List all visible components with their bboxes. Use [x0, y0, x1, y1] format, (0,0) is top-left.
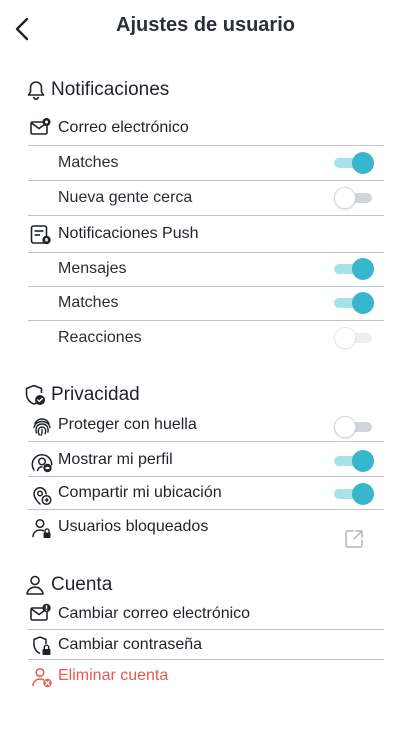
location-share-icon	[30, 483, 54, 507]
profile-visibility-icon	[30, 450, 54, 474]
email-matches-toggle[interactable]	[334, 152, 374, 174]
bell-icon	[24, 79, 48, 103]
divider	[28, 509, 384, 510]
email-notification-icon	[29, 116, 53, 140]
user-remove-icon	[30, 665, 54, 689]
external-link-icon	[345, 530, 363, 548]
divider	[28, 476, 384, 477]
show-profile-label: Mostrar mi perfil	[58, 451, 173, 468]
email-new-people-toggle[interactable]	[334, 187, 374, 209]
delete-account-button[interactable]: Eliminar cuenta	[58, 667, 168, 685]
user-icon	[23, 573, 47, 597]
section-title-notifications: Notificaciones	[51, 79, 170, 100]
fingerprint-label: Proteger con huella	[58, 416, 197, 433]
divider	[28, 659, 384, 660]
push-matches-label: Matches	[58, 294, 119, 311]
divider	[28, 180, 384, 181]
blocked-users-label: Usuarios bloqueados	[58, 518, 209, 535]
change-email-button[interactable]: Cambiar correo electrónico	[58, 605, 250, 623]
divider	[28, 252, 384, 253]
push-reactions-toggle[interactable]	[334, 327, 374, 349]
email-section-label: Correo electrónico	[58, 119, 189, 136]
email-alert-icon	[29, 602, 53, 626]
email-matches-label: Matches	[58, 154, 119, 171]
page-title: Ajustes de usuario	[116, 14, 295, 36]
divider	[28, 286, 384, 287]
divider	[28, 441, 384, 442]
fingerprint-icon	[30, 415, 54, 439]
divider	[28, 320, 384, 321]
section-title-account: Cuenta	[51, 574, 113, 595]
shield-check-icon	[23, 383, 47, 407]
push-matches-toggle[interactable]	[334, 292, 374, 314]
email-new-people-label: Nueva gente cerca	[58, 189, 193, 206]
show-profile-toggle[interactable]	[334, 450, 374, 472]
fingerprint-toggle[interactable]	[334, 416, 374, 438]
divider	[28, 629, 384, 630]
push-section-label: Notificaciones Push	[58, 225, 199, 242]
lock-shield-icon	[30, 634, 54, 658]
section-title-privacy: Privacidad	[51, 384, 140, 405]
divider	[28, 145, 384, 146]
push-messages-toggle[interactable]	[334, 258, 374, 280]
push-reactions-label: Reacciones	[58, 329, 142, 346]
share-location-label: Compartir mi ubicación	[58, 484, 222, 501]
share-location-toggle[interactable]	[334, 483, 374, 505]
change-password-button[interactable]: Cambiar contraseña	[58, 636, 202, 654]
push-notification-icon	[29, 223, 53, 247]
blocked-users-icon	[30, 516, 54, 540]
open-blocked-users-button[interactable]	[343, 528, 365, 550]
push-messages-label: Mensajes	[58, 260, 127, 277]
divider	[28, 215, 384, 216]
